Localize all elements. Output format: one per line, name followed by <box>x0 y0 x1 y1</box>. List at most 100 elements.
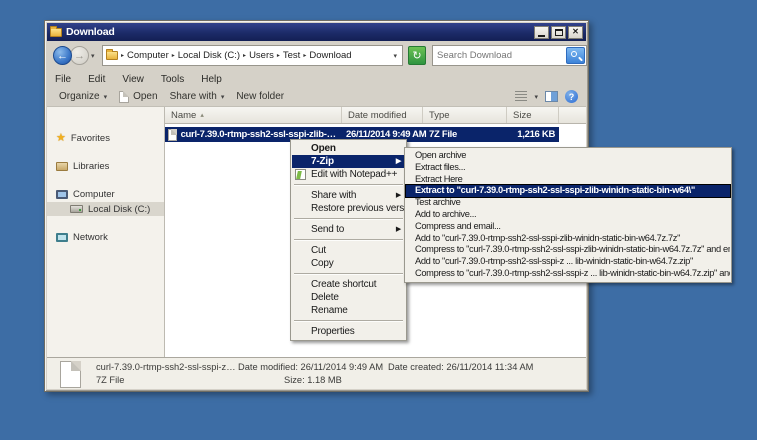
menu-separator <box>294 239 403 241</box>
breadcrumb-item-download[interactable]: Download <box>309 50 351 61</box>
menu-separator <box>294 184 403 186</box>
breadcrumb-item-local-disk[interactable]: Local Disk (C:) <box>178 50 240 61</box>
submenu-arrow-icon: ▶ <box>396 226 401 233</box>
context-menu-label: 7-Zip <box>311 156 334 167</box>
share-with-label: Share with <box>170 91 217 102</box>
nav-history-dropdown[interactable]: ▾ <box>91 52 95 60</box>
close-button[interactable]: ✕ <box>568 26 583 39</box>
breadcrumb-item-computer[interactable]: Computer <box>127 50 169 61</box>
search-input[interactable] <box>437 48 562 63</box>
sidebar-label: Libraries <box>73 161 109 172</box>
desktop: Download ✕ ← → ▾ ▸ Computer ▸ Local Disk… <box>0 0 757 440</box>
column-header-name[interactable]: Name ▴ <box>165 107 342 123</box>
context-menu-label: Share with <box>311 190 356 201</box>
toolbar-right-group: ▾ ? <box>515 90 578 103</box>
context-menu-item-delete[interactable]: Delete <box>292 291 405 304</box>
submenu-arrow-icon: ▶ <box>396 158 401 165</box>
menu-help[interactable]: Help <box>201 74 222 85</box>
breadcrumb-item-test[interactable]: Test <box>283 50 300 61</box>
menu-edit[interactable]: Edit <box>88 74 105 85</box>
menu-view[interactable]: View <box>122 74 144 85</box>
search-icon <box>571 51 577 57</box>
menu-separator <box>294 218 403 220</box>
back-button[interactable]: ← <box>53 46 72 65</box>
menu-file[interactable]: File <box>55 74 71 85</box>
submenu-item-extract-files[interactable]: Extract files... <box>406 162 730 174</box>
breadcrumb-item-users[interactable]: Users <box>249 50 274 61</box>
help-icon[interactable]: ? <box>565 90 578 103</box>
context-menu: Open 7-Zip ▶ Edit with Notepad++ Share w… <box>290 139 407 341</box>
submenu-item-compress-email[interactable]: Compress and email... <box>406 221 730 233</box>
sidebar-item-favorites[interactable]: ★ Favorites <box>47 131 164 145</box>
context-menu-item-send-to[interactable]: Send to ▶ <box>292 223 405 236</box>
sidebar-item-computer[interactable]: Computer <box>47 187 164 201</box>
open-button[interactable]: Open <box>119 91 157 103</box>
breadcrumb-separator-icon: ▸ <box>121 52 124 59</box>
new-folder-button[interactable]: New folder <box>236 91 284 102</box>
breadcrumb[interactable]: ▸ Computer ▸ Local Disk (C:) ▸ Users ▸ T… <box>102 45 403 66</box>
preview-pane-icon[interactable] <box>545 91 558 102</box>
column-header-size[interactable]: Size <box>507 107 559 123</box>
context-menu-item-restore-versions[interactable]: Restore previous versions <box>292 202 405 215</box>
file-size: 1,216 KB <box>507 129 559 140</box>
sidebar-item-local-disk[interactable]: Local Disk (C:) <box>47 202 164 216</box>
context-menu-label: Edit with Notepad++ <box>311 169 397 180</box>
column-header-date-modified[interactable]: Date modified <box>342 107 423 123</box>
context-menu-item-copy[interactable]: Copy <box>292 257 405 270</box>
context-menu-item-edit-notepad[interactable]: Edit with Notepad++ <box>292 168 405 181</box>
sidebar-label: Favorites <box>71 133 110 144</box>
details-date-created: Date created: 26/11/2014 11:34 AM <box>388 362 533 372</box>
breadcrumb-separator-icon: ▸ <box>303 52 306 59</box>
address-dropdown-icon[interactable]: ▾ <box>393 52 399 60</box>
context-menu-item-create-shortcut[interactable]: Create shortcut <box>292 278 405 291</box>
change-view-icon[interactable] <box>515 91 527 102</box>
submenu-item-extract-here[interactable]: Extract Here <box>406 174 730 186</box>
sidebar-item-libraries[interactable]: Libraries <box>47 159 164 173</box>
context-menu-item-rename[interactable]: Rename <box>292 304 405 317</box>
context-menu-item-open[interactable]: Open <box>292 142 405 155</box>
context-menu-item-7zip[interactable]: 7-Zip ▶ <box>292 155 405 168</box>
submenu-item-compress-zip-email[interactable]: Compress to "curl-7.39.0-rtmp-ssh2-ssl-s… <box>406 268 730 280</box>
column-label: Size <box>513 110 531 121</box>
network-icon <box>56 233 68 242</box>
context-menu-item-properties[interactable]: Properties <box>292 325 405 338</box>
details-file-type: 7Z File <box>96 375 124 385</box>
title-bar[interactable]: Download ✕ <box>47 23 586 41</box>
details-file-name: curl-7.39.0-rtmp-ssh2-ssl-sspi-zlib-wini… <box>96 362 236 372</box>
sidebar-label: Computer <box>73 189 115 200</box>
organize-button[interactable]: Organize ▾ <box>59 91 107 102</box>
sidebar-label: Local Disk (C:) <box>88 204 150 215</box>
search-button[interactable] <box>566 47 585 64</box>
minimize-button[interactable] <box>534 26 549 39</box>
column-headers: Name ▴ Date modified Type Size <box>165 107 586 124</box>
breadcrumb-separator-icon: ▸ <box>172 52 175 59</box>
share-with-button[interactable]: Share with ▾ <box>170 91 225 102</box>
organize-label: Organize <box>59 91 100 102</box>
submenu-item-compress-7z-email[interactable]: Compress to "curl-7.39.0-rtmp-ssh2-ssl-s… <box>406 244 730 256</box>
chevron-down-icon: ▾ <box>104 93 108 101</box>
breadcrumb-folder-icon <box>106 51 118 60</box>
refresh-button[interactable]: ↻ <box>408 46 426 65</box>
menu-tools[interactable]: Tools <box>161 74 184 85</box>
column-header-type[interactable]: Type <box>423 107 507 123</box>
file-icon <box>168 129 177 141</box>
submenu-item-add-to-7z[interactable]: Add to "curl-7.39.0-rtmp-ssh2-ssl-sspi-z… <box>406 233 730 245</box>
sidebar-item-network[interactable]: Network <box>47 230 164 244</box>
submenu-item-open-archive[interactable]: Open archive <box>406 150 730 162</box>
forward-button[interactable]: → <box>70 46 89 65</box>
submenu-item-extract-to[interactable]: Extract to "curl-7.39.0-rtmp-ssh2-ssl-ss… <box>406 185 730 197</box>
minimize-icon <box>538 35 545 37</box>
views-dropdown-icon[interactable]: ▾ <box>534 93 538 101</box>
column-label: Type <box>429 110 450 121</box>
maximize-icon <box>555 29 563 36</box>
search-box <box>432 45 587 66</box>
context-menu-item-cut[interactable]: Cut <box>292 244 405 257</box>
context-menu-item-share-with[interactable]: Share with ▶ <box>292 189 405 202</box>
maximize-button[interactable] <box>551 26 566 39</box>
details-date-modified: Date modified: 26/11/2014 9:49 AM <box>238 362 383 372</box>
open-label: Open <box>133 91 157 102</box>
submenu-item-test-archive[interactable]: Test archive <box>406 197 730 209</box>
submenu-item-add-to-zip[interactable]: Add to "curl-7.39.0-rtmp-ssh2-ssl-sspi-z… <box>406 256 730 268</box>
back-icon: ← <box>57 50 68 62</box>
submenu-item-add-to-archive[interactable]: Add to archive... <box>406 209 730 221</box>
